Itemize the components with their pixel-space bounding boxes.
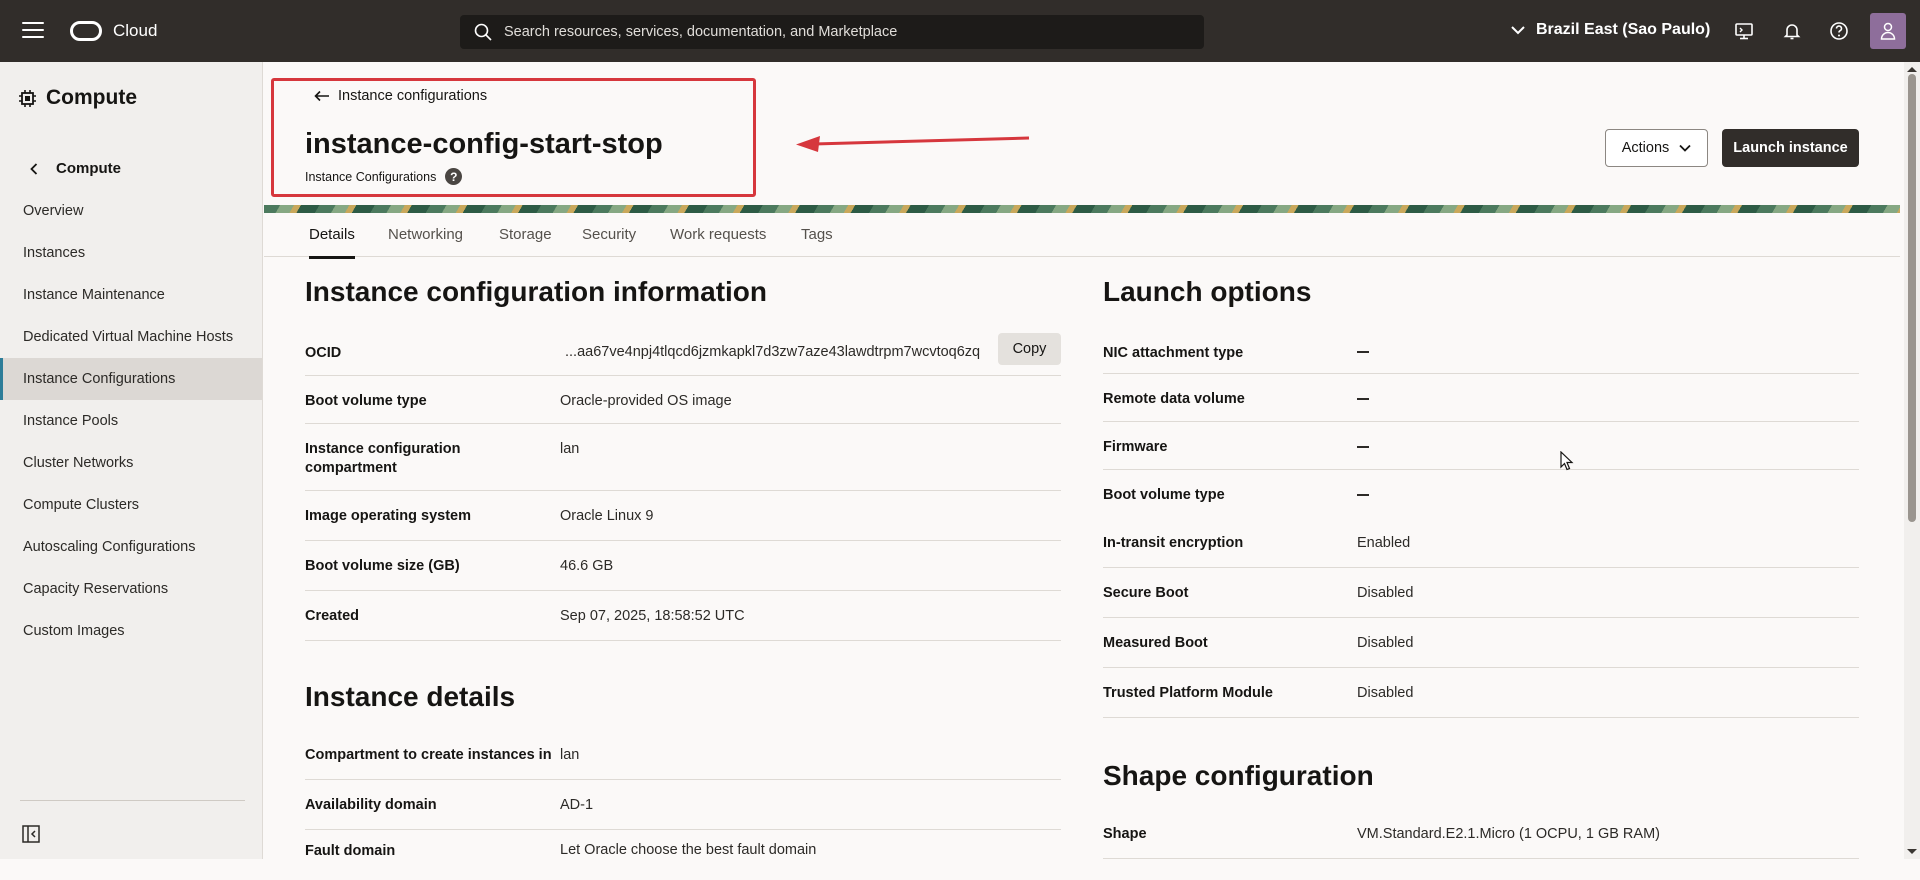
user-icon (1880, 22, 1896, 40)
tab-details[interactable]: Details (309, 226, 355, 259)
sidebar-item-instance-pools[interactable]: Instance Pools (0, 400, 262, 442)
avatar[interactable] (1870, 13, 1906, 49)
sidebar-item-autoscaling-configurations[interactable]: Autoscaling Configurations (0, 526, 262, 568)
region-selector[interactable]: Brazil East (Sao Paulo) (1510, 21, 1710, 39)
details-row-compartment: Compartment to create instances in lan (305, 730, 1061, 780)
shape-row: Shape VM.Standard.E2.1.Micro (1 OCPU, 1 … (1103, 809, 1859, 859)
chevron-down-icon (1679, 144, 1691, 152)
sidebar-back-compute[interactable]: Compute (30, 160, 121, 177)
chevron-left-icon (30, 162, 38, 175)
launch-row-secure-boot: Secure Boot Disabled (1103, 568, 1859, 618)
details-row-fault-domain: Fault domain Let Oracle choose the best … (305, 842, 817, 859)
info-row-boot-volume-size: Boot volume size (GB) 46.6 GB (305, 541, 1061, 591)
tab-work-requests[interactable]: Work requests (670, 226, 766, 243)
decorative-banner (264, 205, 1900, 213)
chip-icon (19, 89, 36, 107)
annotation-highlight-box (271, 78, 756, 197)
brand-label[interactable]: Cloud (113, 21, 157, 41)
sidebar-divider (20, 800, 245, 801)
sidebar-item-dedicated-vm-hosts[interactable]: Dedicated Virtual Machine Hosts (0, 316, 262, 358)
launch-row-tpm: Trusted Platform Module Disabled (1103, 668, 1859, 718)
sidebar-item-instance-maintenance[interactable]: Instance Maintenance (0, 274, 262, 316)
sidebar-nav: Overview Instances Instance Maintenance … (0, 190, 262, 652)
ocid-value: ...aa67ve4npj4tlqcd6jzmkapkl7d3zw7aze43l… (565, 344, 981, 360)
help-icon[interactable] (1829, 21, 1849, 41)
sidebar-item-custom-images[interactable]: Custom Images (0, 610, 262, 652)
main-content: Instance configurations instance-config-… (264, 62, 1904, 859)
shape-configuration-heading: Shape configuration (1103, 760, 1374, 791)
sidebar-item-overview[interactable]: Overview (0, 190, 262, 232)
tab-storage[interactable]: Storage (499, 226, 552, 243)
tab-bar: Details Networking Storage Security Work… (264, 213, 1900, 259)
instance-details-heading: Instance details (305, 681, 516, 712)
launch-row-nic: NIC attachment type (1103, 326, 1859, 374)
launch-row-firmware: Firmware (1103, 422, 1859, 470)
sidebar-item-instance-configurations[interactable]: Instance Configurations (0, 358, 262, 400)
menu-icon[interactable] (22, 22, 44, 40)
ocid-label: OCID (305, 345, 342, 361)
sidebar-item-cluster-networks[interactable]: Cluster Networks (0, 442, 262, 484)
launch-row-in-transit-encryption: In-transit encryption Enabled (1103, 518, 1859, 568)
empty-value-dash (1357, 487, 1369, 503)
sidebar-title: Compute (19, 86, 137, 110)
sidebar-item-capacity-reservations[interactable]: Capacity Reservations (0, 568, 262, 610)
annotation-arrow-icon (796, 136, 1030, 152)
tab-networking[interactable]: Networking (388, 226, 463, 243)
empty-value-dash (1357, 344, 1369, 360)
launch-options-heading: Launch options (1103, 276, 1312, 307)
ocid-row: OCID ...aa67ve4npj4tlqcd6jzmkapkl7d3zw7a… (305, 326, 1061, 376)
top-bar: Cloud Brazil East (Sao Paulo) (0, 0, 1920, 62)
empty-value-dash (1357, 391, 1369, 407)
launch-instance-button[interactable]: Launch instance (1722, 129, 1859, 167)
launch-row-boot-volume-type: Boot volume type (1103, 470, 1859, 518)
launch-row-remote-data-volume: Remote data volume (1103, 374, 1859, 422)
mouse-cursor-icon (1560, 451, 1574, 471)
details-row-availability-domain: Availability domain AD-1 (305, 780, 1061, 830)
sidebar-item-instances[interactable]: Instances (0, 232, 262, 274)
sidebar-item-compute-clusters[interactable]: Compute Clusters (0, 484, 262, 526)
cloud-shell-icon[interactable] (1734, 21, 1754, 41)
search-input[interactable] (504, 15, 1184, 49)
info-row-compartment: Instance configuration compartment lan (305, 424, 1061, 491)
info-row-boot-volume-type: Boot volume type Oracle-provided OS imag… (305, 376, 1061, 424)
info-row-created: Created Sep 07, 2025, 18:58:52 UTC (305, 591, 1061, 641)
chevron-down-icon (1511, 26, 1525, 35)
collapse-sidebar-icon[interactable] (22, 825, 40, 843)
empty-value-dash (1357, 439, 1369, 455)
page-scrollbar[interactable] (1904, 62, 1920, 859)
launch-row-measured-boot: Measured Boot Disabled (1103, 618, 1859, 668)
search-icon (474, 23, 492, 41)
scroll-up-icon[interactable] (1904, 64, 1920, 74)
scroll-down-icon[interactable] (1904, 847, 1920, 857)
tab-tags[interactable]: Tags (801, 226, 833, 243)
scroll-thumb[interactable] (1908, 74, 1916, 522)
actions-button[interactable]: Actions (1605, 129, 1708, 167)
bell-icon[interactable] (1782, 21, 1802, 41)
copy-ocid-button[interactable]: Copy (998, 333, 1061, 365)
region-label: Brazil East (Sao Paulo) (1536, 21, 1711, 38)
info-row-image-os: Image operating system Oracle Linux 9 (305, 491, 1061, 541)
tab-security[interactable]: Security (582, 226, 636, 243)
oracle-logo-icon[interactable] (70, 21, 102, 41)
instance-config-info-heading: Instance configuration information (305, 276, 768, 307)
search-bar[interactable] (460, 15, 1204, 49)
sidebar: Compute Compute Overview Instances Insta… (0, 62, 263, 859)
